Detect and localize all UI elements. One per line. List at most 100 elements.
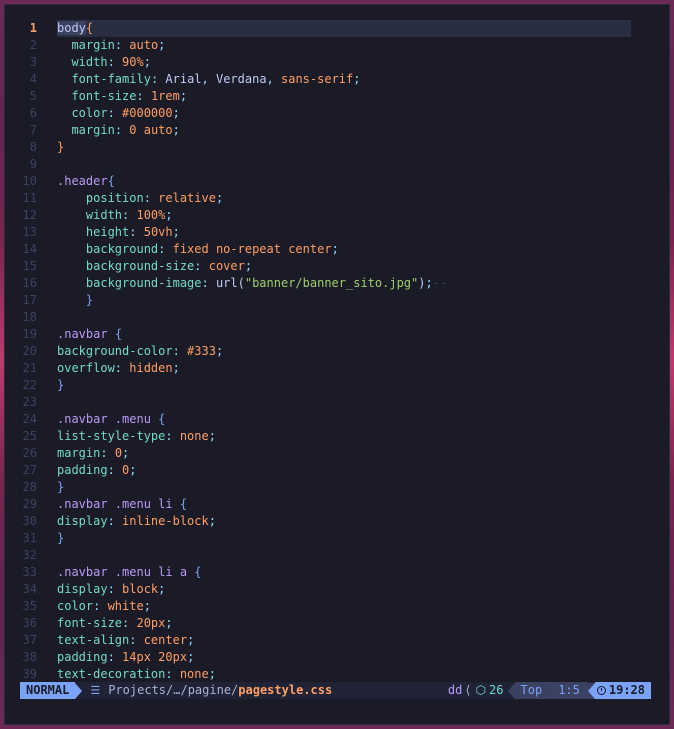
code-line[interactable]: 22} bbox=[5, 377, 669, 394]
line-content[interactable]: overflow: hidden; bbox=[57, 360, 631, 377]
code-token: : bbox=[107, 463, 123, 477]
line-content[interactable]: text-align: center; bbox=[57, 632, 631, 649]
code-line[interactable]: 4 font-family: Arial, Verdana, sans-seri… bbox=[5, 71, 669, 88]
code-line[interactable]: 27 padding: 0; bbox=[5, 462, 669, 479]
code-line[interactable]: 8} bbox=[5, 139, 669, 156]
code-line[interactable]: 10 .header{ bbox=[5, 173, 669, 190]
code-line[interactable]: 7 margin: 0 auto; bbox=[5, 122, 669, 139]
line-content[interactable]: padding: 0; bbox=[57, 462, 631, 479]
line-content[interactable]: font-size: 1rem; bbox=[57, 88, 631, 105]
code-line[interactable]: 21 overflow: hidden; bbox=[5, 360, 669, 377]
line-content[interactable]: color: white; bbox=[57, 598, 631, 615]
line-content[interactable]: .navbar .menu li { bbox=[57, 496, 631, 513]
code-line[interactable]: 31} bbox=[5, 530, 669, 547]
line-content[interactable]: margin: auto; bbox=[57, 37, 631, 54]
code-line[interactable]: 32 bbox=[5, 547, 669, 564]
line-content[interactable]: padding: 14px 20px; bbox=[57, 649, 631, 666]
code-token: ; bbox=[353, 72, 361, 86]
file-path: Projects/…/pagine/ bbox=[108, 683, 239, 697]
line-content[interactable]: height: 50vh; bbox=[57, 224, 631, 241]
code-line[interactable]: 6 color: #000000; bbox=[5, 105, 669, 122]
code-line[interactable]: 30 display: inline-block; bbox=[5, 513, 669, 530]
line-content[interactable]: .navbar { bbox=[57, 326, 631, 343]
code-token: Arial bbox=[165, 72, 202, 86]
code-line[interactable]: 29 .navbar .menu li { bbox=[5, 496, 669, 513]
code-line[interactable]: 3 width: 90%; bbox=[5, 54, 669, 71]
line-content[interactable]: } bbox=[57, 377, 631, 394]
line-content[interactable]: width: 100%; bbox=[57, 207, 631, 224]
code-editor[interactable]: 1 body{2 margin: auto; 3 width: 90%; 4 font… bbox=[5, 20, 669, 686]
code-line[interactable]: 17 } bbox=[5, 292, 669, 309]
code-line[interactable]: 20 background-color: #333; bbox=[5, 343, 669, 360]
line-content[interactable]: .navbar .menu { bbox=[57, 411, 631, 428]
code-token: width bbox=[71, 55, 108, 69]
code-token: : bbox=[172, 344, 188, 358]
code-line[interactable]: 15 background-size: cover; bbox=[5, 258, 669, 275]
line-content[interactable]: display: block; bbox=[57, 581, 631, 598]
line-content[interactable]: display: inline-block; bbox=[57, 513, 631, 530]
code-line[interactable]: 26 margin: 0; bbox=[5, 445, 669, 462]
line-number: 26 bbox=[22, 446, 37, 460]
code-line[interactable]: 5 font-size: 1rem; bbox=[5, 88, 669, 105]
code-line[interactable]: 19 .navbar { bbox=[5, 326, 669, 343]
line-content[interactable]: background-color: #333; bbox=[57, 343, 631, 360]
code-line[interactable]: 14 background: fixed no-repeat center; bbox=[5, 241, 669, 258]
line-content[interactable] bbox=[57, 547, 631, 564]
code-line[interactable]: 1 body{ bbox=[5, 20, 669, 37]
code-line[interactable]: 39 text-decoration: none; bbox=[5, 666, 669, 683]
command-line[interactable] bbox=[5, 699, 669, 724]
line-number: 31 bbox=[22, 531, 37, 545]
line-number: 8 bbox=[29, 140, 37, 154]
code-line[interactable]: 35 color: white; bbox=[5, 598, 669, 615]
terminal-window[interactable]: 1 body{2 margin: auto; 3 width: 90%; 4 font… bbox=[4, 4, 670, 725]
line-content[interactable]: } bbox=[57, 292, 631, 309]
line-content[interactable]: margin: 0 auto; bbox=[57, 122, 631, 139]
code-line[interactable]: 28} bbox=[5, 479, 669, 496]
line-content[interactable] bbox=[57, 394, 631, 411]
code-line[interactable]: 12 width: 100%; bbox=[5, 207, 669, 224]
line-content[interactable]: background: fixed no-repeat center; bbox=[57, 241, 631, 258]
line-content[interactable]: background-size: cover; bbox=[57, 258, 631, 275]
line-number: 1 bbox=[29, 21, 37, 35]
line-content[interactable]: margin: 0; bbox=[57, 445, 631, 462]
line-content[interactable]: text-decoration: none; bbox=[57, 666, 631, 683]
code-token: 20px bbox=[136, 616, 166, 630]
line-content[interactable]: } bbox=[57, 139, 631, 156]
line-content[interactable]: list-style-type: none; bbox=[57, 428, 631, 445]
code-line[interactable]: 9 bbox=[5, 156, 669, 173]
code-token: background-image bbox=[85, 276, 202, 290]
line-content[interactable]: color: #000000; bbox=[57, 105, 631, 122]
code-line[interactable]: 13 height: 50vh; bbox=[5, 224, 669, 241]
line-content[interactable]: background-image: url("banner/banner_sit… bbox=[57, 275, 631, 292]
code-token: overflow bbox=[57, 361, 115, 375]
code-line[interactable]: 24 .navbar .menu { bbox=[5, 411, 669, 428]
line-content[interactable]: } bbox=[57, 530, 631, 547]
code-line[interactable]: 34 display: block; bbox=[5, 581, 669, 598]
line-number: 20 bbox=[22, 344, 37, 358]
line-content[interactable]: font-family: Arial, Verdana, sans-serif; bbox=[57, 71, 631, 88]
line-content[interactable]: } bbox=[57, 479, 631, 496]
code-line[interactable]: 33 .navbar .menu li a { bbox=[5, 564, 669, 581]
code-token: none bbox=[179, 667, 209, 681]
line-content[interactable]: body{ bbox=[57, 20, 631, 37]
code-line[interactable]: 2 margin: auto; bbox=[5, 37, 669, 54]
line-content[interactable]: .navbar .menu li a { bbox=[57, 564, 631, 581]
line-content[interactable]: width: 90%; bbox=[57, 54, 631, 71]
line-content[interactable] bbox=[57, 309, 631, 326]
code-line[interactable]: 23 bbox=[5, 394, 669, 411]
line-content[interactable]: font-size: 20px; bbox=[57, 615, 631, 632]
line-content[interactable]: .header{ bbox=[57, 173, 631, 190]
line-content[interactable] bbox=[57, 156, 631, 173]
code-line[interactable]: 11 position: relative; bbox=[5, 190, 669, 207]
code-line[interactable]: 38 padding: 14px 20px; bbox=[5, 649, 669, 666]
code-line[interactable]: 37 text-align: center; bbox=[5, 632, 669, 649]
code-line[interactable]: 16 background-image: url("banner/banner_… bbox=[5, 275, 669, 292]
code-token: { bbox=[158, 412, 166, 426]
code-line[interactable]: 25 list-style-type: none; bbox=[5, 428, 669, 445]
code-line[interactable]: 18 bbox=[5, 309, 669, 326]
code-token: hidden bbox=[129, 361, 173, 375]
line-content[interactable]: position: relative; bbox=[57, 190, 631, 207]
code-token: { bbox=[179, 497, 188, 511]
code-line[interactable]: 36 font-size: 20px; bbox=[5, 615, 669, 632]
